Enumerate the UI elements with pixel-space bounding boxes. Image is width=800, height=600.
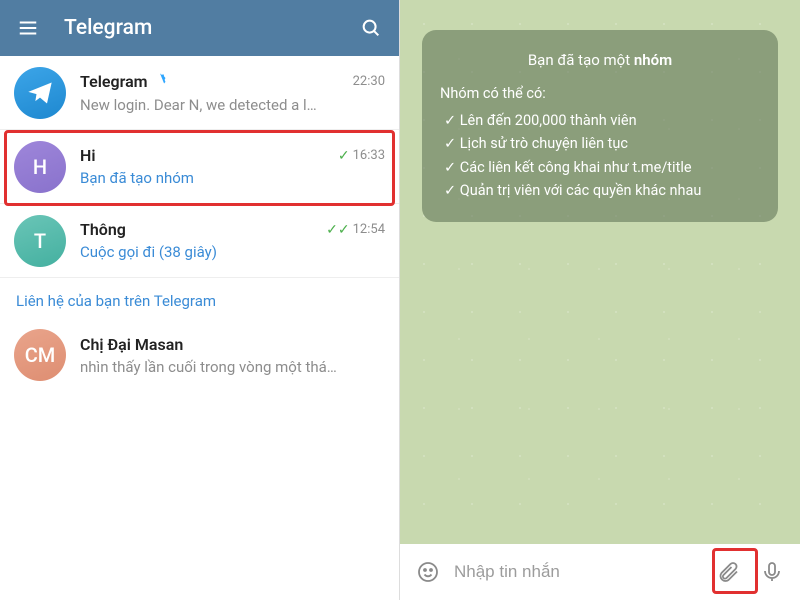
chat-time: 22:30 — [353, 74, 385, 89]
chat-time: ✓✓ 12:54 — [326, 222, 385, 238]
chat-item-telegram[interactable]: Telegram 22:30 New login. Dear N, we det… — [0, 56, 399, 130]
chat-item-thong[interactable]: T Thông ✓✓ 12:54 Cuộc gọi đi (38 giây) — [0, 204, 399, 278]
contacts-section-label: Liên hệ của bạn trên Telegram — [0, 278, 399, 318]
info-subtitle: Nhóm có thể có: — [440, 82, 760, 105]
emoji-button[interactable] — [410, 554, 446, 590]
message-input[interactable] — [454, 562, 702, 582]
chat-name: Hi — [80, 146, 332, 165]
chat-preview: New login. Dear N, we detected a l… — [80, 96, 385, 114]
chat-area: Bạn đã tạo một nhóm Nhóm có thể có: Lên … — [400, 0, 800, 544]
chat-name: Thông — [80, 220, 320, 239]
attach-button[interactable] — [710, 554, 746, 590]
avatar-contact: CM — [14, 329, 66, 381]
group-info-card: Bạn đã tạo một nhóm Nhóm có thể có: Lên … — [422, 30, 778, 222]
info-feature-item: Các liên kết công khai như t.me/title — [444, 156, 760, 179]
verified-icon — [152, 72, 168, 92]
check-icon: ✓ — [338, 148, 350, 164]
contact-item[interactable]: CM Chị Đại Masan nhìn thấy lần cuối tron… — [0, 318, 399, 392]
info-title: Bạn đã tạo một nhóm — [440, 48, 760, 72]
double-check-icon: ✓✓ — [326, 222, 349, 238]
info-feature-item: Lên đến 200,000 thành viên — [444, 109, 760, 132]
avatar-telegram — [14, 67, 66, 119]
chat-preview: Bạn đã tạo nhóm — [80, 169, 385, 187]
app-title: Telegram — [42, 16, 357, 40]
chat-time: ✓ 16:33 — [338, 148, 385, 164]
info-feature-item: Quản trị viên với các quyền khác nhau — [444, 179, 760, 202]
contact-name: Chị Đại Masan — [80, 335, 385, 354]
chat-name: Telegram — [80, 72, 347, 92]
contact-status: nhìn thấy lần cuối trong vòng một thá… — [80, 358, 385, 376]
search-button[interactable] — [357, 14, 385, 42]
app-header: Telegram — [0, 0, 399, 56]
chat-preview: Cuộc gọi đi (38 giây) — [80, 243, 385, 261]
mic-button[interactable] — [754, 554, 790, 590]
info-feature-list: Lên đến 200,000 thành viên Lịch sử trò c… — [440, 109, 760, 202]
avatar-hi: H — [14, 141, 66, 193]
avatar-thong: T — [14, 215, 66, 267]
menu-button[interactable] — [14, 14, 42, 42]
message-input-bar — [400, 544, 800, 600]
info-feature-item: Lịch sử trò chuyện liên tục — [444, 132, 760, 155]
chat-list-panel: Telegram Telegram 22:30 New login. Dear … — [0, 0, 400, 600]
conversation-panel: Bạn đã tạo một nhóm Nhóm có thể có: Lên … — [400, 0, 800, 600]
chat-item-hi[interactable]: H Hi ✓ 16:33 Bạn đã tạo nhóm — [0, 130, 399, 204]
